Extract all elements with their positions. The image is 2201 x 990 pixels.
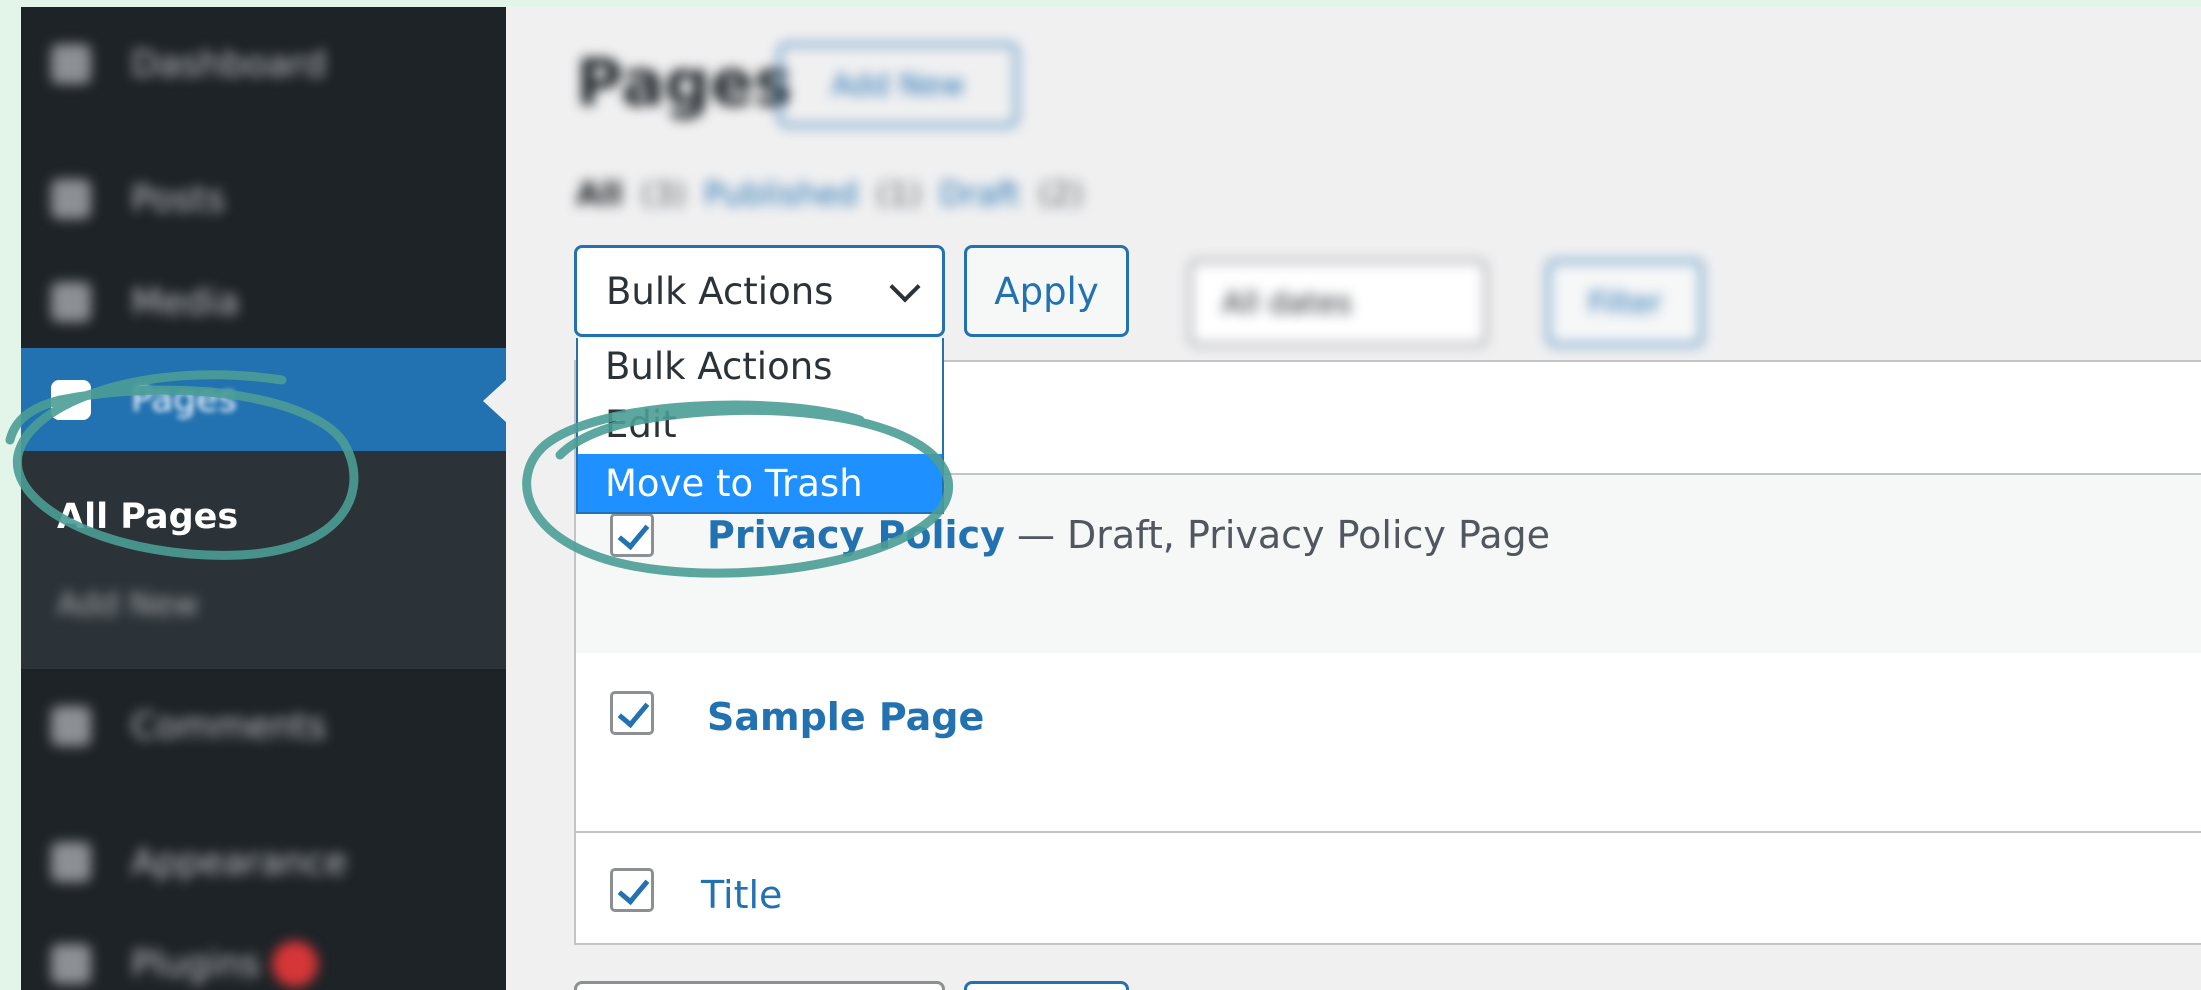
- bulk-actions-dropdown: Bulk Actions Edit Move to Trash: [576, 338, 944, 514]
- sidebar-item-posts[interactable]: Posts: [21, 164, 506, 234]
- select-all-checkbox[interactable]: [610, 868, 654, 912]
- view-all[interactable]: All: [576, 175, 623, 213]
- submenu-all-pages[interactable]: All Pages: [57, 497, 238, 537]
- view-published-count: (1): [876, 175, 922, 213]
- row-title-link[interactable]: Privacy Policy — Draft, Privacy Policy P…: [707, 513, 1550, 557]
- date-filter-select[interactable]: All dates: [1189, 260, 1487, 346]
- view-drafts[interactable]: Draft: [939, 175, 1020, 213]
- bulk-actions-selected: Bulk Actions: [606, 269, 834, 313]
- sidebar-item-label: Media: [131, 281, 240, 323]
- chevron-down-icon: [889, 271, 921, 303]
- apply-button-bottom[interactable]: [964, 981, 1129, 990]
- row-title-link[interactable]: Sample Page: [707, 695, 984, 739]
- filter-button[interactable]: Filter: [1547, 260, 1703, 346]
- apply-button[interactable]: Apply: [964, 245, 1129, 337]
- view-drafts-count: (2): [1038, 175, 1084, 213]
- sidebar-item-plugins[interactable]: Plugins: [21, 929, 506, 990]
- pin-icon: [51, 179, 91, 219]
- media-icon: [51, 282, 91, 322]
- sidebar-item-label: Dashboard: [131, 43, 327, 85]
- brush-icon: [51, 842, 91, 882]
- sidebar-item-pages[interactable]: Pages: [21, 348, 506, 451]
- view-all-count: (3): [640, 175, 687, 213]
- admin-sidebar: Dashboard Posts Media Pages All Pages Ad…: [21, 7, 507, 990]
- sidebar-item-label: Comments: [131, 705, 327, 747]
- dropdown-option-bulk-actions[interactable]: Bulk Actions: [578, 338, 942, 394]
- view-published[interactable]: Published: [704, 175, 858, 213]
- row-checkbox[interactable]: [610, 513, 654, 557]
- add-new-button[interactable]: Add New: [778, 43, 1018, 127]
- dashboard-icon: [51, 44, 91, 84]
- comment-icon: [51, 706, 91, 746]
- bulk-actions-select[interactable]: Bulk Actions: [574, 245, 945, 337]
- view-filters: All (3) Published (1) Draft (2): [576, 175, 1083, 213]
- plug-icon: [51, 944, 91, 984]
- sidebar-item-dashboard[interactable]: Dashboard: [21, 29, 506, 99]
- row-checkbox[interactable]: [610, 691, 654, 735]
- sidebar-item-label: Plugins: [131, 943, 260, 985]
- update-badge: [271, 941, 318, 987]
- sidebar-item-media[interactable]: Media: [21, 267, 506, 337]
- sidebar-item-label: Posts: [131, 178, 226, 220]
- dropdown-option-edit[interactable]: Edit: [578, 396, 942, 452]
- sidebar-item-appearance[interactable]: Appearance: [21, 827, 506, 897]
- wp-admin-frame: Dashboard Posts Media Pages All Pages Ad…: [21, 7, 2201, 990]
- sidebar-item-comments[interactable]: Comments: [21, 691, 506, 761]
- current-menu-arrow: [483, 379, 507, 423]
- table-footer-row: Title: [576, 833, 2201, 945]
- page-title: Pages: [576, 47, 792, 121]
- submenu-add-new[interactable]: Add New: [57, 585, 199, 623]
- page-icon: [51, 379, 91, 420]
- sidebar-item-label: Pages: [131, 379, 237, 420]
- pages-submenu: All Pages Add New: [21, 451, 506, 669]
- row-title: Privacy Policy: [707, 513, 1005, 557]
- table-row: Sample Page: [576, 653, 2201, 833]
- column-title-header[interactable]: Title: [701, 873, 782, 917]
- dropdown-option-move-to-trash[interactable]: Move to Trash: [578, 454, 942, 512]
- sidebar-item-label: Appearance: [131, 841, 348, 883]
- post-state: — Draft, Privacy Policy Page: [1004, 513, 1550, 557]
- bulk-actions-select-bottom[interactable]: [574, 981, 945, 990]
